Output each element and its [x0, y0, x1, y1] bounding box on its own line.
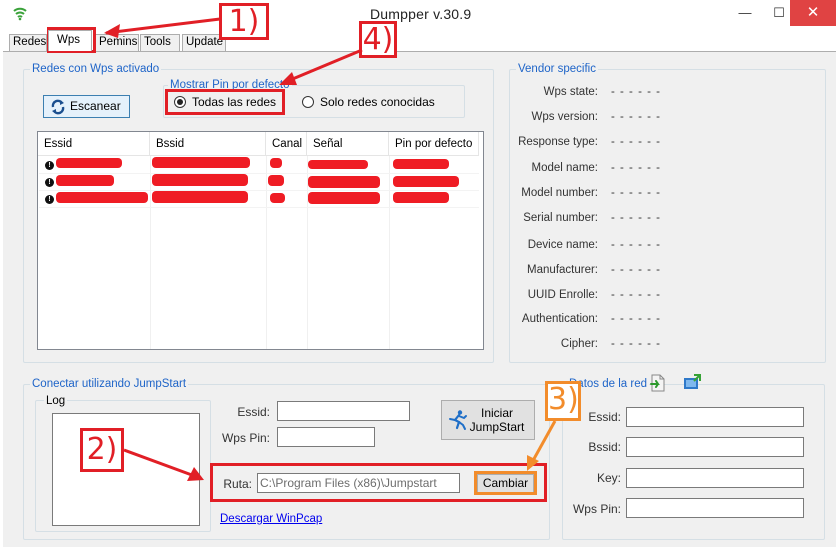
vendor-label: Model name: [531, 162, 598, 174]
vendor-value: - - - - - - [611, 264, 661, 276]
vendor-value: - - - - - - [611, 212, 661, 224]
vendor-label: Wps version: [531, 111, 598, 123]
vendor-label: Response type: [518, 136, 598, 148]
vendor-group-title: Vendor specific [516, 63, 598, 76]
vendor-value: - - - - - - [611, 86, 661, 98]
vendor-label: Cipher: [560, 338, 598, 350]
vendor-label: Wps state: [543, 86, 598, 98]
datos-wpspin-input[interactable] [626, 498, 804, 518]
redacted-mark [152, 174, 248, 186]
datos-essid-label: Essid: [588, 410, 621, 424]
column-essid[interactable]: Essid [38, 132, 150, 156]
lock-icon: ! [45, 178, 54, 187]
annotation-label-3: 3) [545, 381, 581, 421]
redes-group-title: Redes con Wps activado [30, 63, 162, 76]
redacted-mark [56, 158, 122, 168]
vendor-label: Authentication: [521, 313, 598, 325]
wifi-icon [13, 7, 27, 21]
iniciar-label-line2: JumpStart [469, 420, 525, 434]
vendor-label: Device name: [527, 239, 598, 251]
vendor-value: - - - - - - [611, 136, 661, 148]
minimize-button[interactable]: — [726, 0, 764, 26]
wpspin-label: Wps Pin: [221, 431, 270, 445]
annotation-box-cambiar [474, 471, 537, 495]
iniciar-jumpstart-button[interactable]: Iniciar JumpStart [441, 400, 535, 440]
datos-essid-input[interactable] [626, 407, 804, 427]
log-group-title: Log [44, 395, 68, 408]
scan-button[interactable]: Escanear [43, 95, 130, 118]
tab-tools[interactable]: Tools [140, 34, 180, 51]
redacted-mark [152, 191, 248, 203]
column-bssid[interactable]: Bssid [150, 132, 266, 156]
vendor-value: - - - - - - [611, 239, 661, 251]
jumpstart-group-title: Conectar utilizando JumpStart [30, 378, 189, 391]
vendor-value: - - - - - - [611, 289, 661, 301]
download-winpcap-link[interactable]: Descargar WinPcap [220, 513, 322, 525]
column-pin[interactable]: Pin por defecto [389, 132, 479, 156]
essid-input[interactable] [277, 401, 410, 421]
datos-bssid-input[interactable] [626, 437, 804, 457]
vendor-value: - - - - - - [611, 313, 661, 325]
close-button[interactable]: ✕ [790, 0, 836, 26]
tab-wps[interactable]: Wps [48, 30, 92, 51]
lock-icon: ! [45, 161, 54, 170]
vendor-value: - - - - - - [611, 111, 661, 123]
vendor-label: Model number: [521, 187, 598, 199]
redacted-mark [270, 193, 285, 203]
redacted-mark [308, 176, 380, 188]
essid-label: Essid: [237, 405, 270, 419]
redacted-mark [393, 192, 449, 203]
annotation-box-radio [165, 89, 285, 115]
tab-redes[interactable]: Redes [9, 34, 47, 51]
vendor-label: UUID Enrolle: [527, 289, 598, 301]
redacted-mark [56, 192, 148, 203]
annotation-label-1: 1) [219, 3, 269, 40]
annotation-label-2: 2) [80, 428, 124, 472]
column-senal[interactable]: Señal [307, 132, 389, 156]
wpspin-input[interactable] [277, 427, 375, 447]
annotation-label-4: 4) [359, 21, 397, 58]
redacted-mark [308, 160, 368, 169]
redacted-mark [152, 157, 250, 168]
vendor-value: - - - - - - [611, 338, 661, 350]
datos-bssid-label: Bssid: [588, 440, 621, 454]
vendor-value: - - - - - - [611, 187, 661, 199]
redacted-mark [308, 192, 380, 204]
tab-pemins[interactable]: Pemins [95, 34, 139, 51]
log-output[interactable] [52, 413, 200, 526]
radio-unselected-indicator [302, 96, 314, 108]
redacted-mark [268, 175, 284, 186]
iniciar-label-line1: Iniciar [480, 406, 513, 420]
vendor-label: Manufacturer: [527, 264, 598, 276]
refresh-icon [51, 99, 65, 115]
window-title: Dumpper v.30.9 [370, 6, 472, 22]
network-icon[interactable] [683, 374, 701, 392]
vendor-value: - - - - - - [611, 162, 661, 174]
column-canal[interactable]: Canal [266, 132, 307, 156]
datos-key-input[interactable] [626, 468, 804, 488]
runner-icon [449, 410, 467, 430]
export-document-icon[interactable] [650, 374, 666, 392]
lock-icon: ! [45, 195, 54, 204]
redacted-mark [270, 158, 282, 168]
radio-solo-label: Solo redes conocidas [320, 95, 435, 109]
scan-button-label: Escanear [70, 99, 121, 113]
redacted-mark [393, 176, 459, 187]
vendor-label: Serial number: [523, 212, 598, 224]
redacted-mark [56, 175, 114, 186]
redacted-mark [393, 159, 449, 169]
datos-key-label: Key: [596, 471, 621, 485]
datos-wpspin-label: Wps Pin: [572, 502, 621, 516]
